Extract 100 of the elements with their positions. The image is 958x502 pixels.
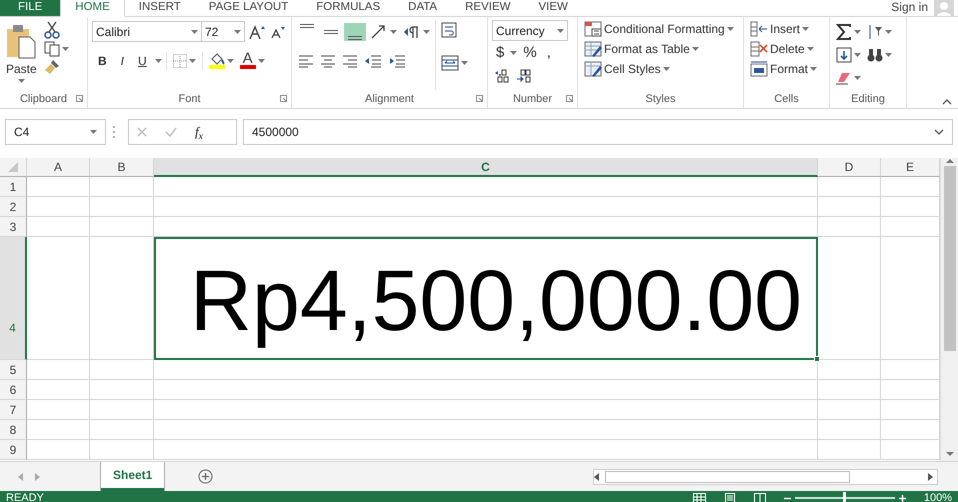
dropdown-caret-icon[interactable] <box>258 58 265 62</box>
row-header[interactable]: 1 <box>0 177 27 197</box>
dialog-launcher-icon[interactable] <box>566 95 573 102</box>
normal-view-icon[interactable] <box>692 492 706 502</box>
grid-cell[interactable] <box>27 380 90 400</box>
grid-cell[interactable] <box>154 197 818 217</box>
copy-button[interactable] <box>42 40 71 58</box>
grid-cell[interactable] <box>27 420 90 440</box>
dropdown-caret-icon[interactable] <box>885 30 892 34</box>
grid-cell[interactable] <box>154 420 818 440</box>
page-layout-view-icon[interactable] <box>724 492 736 502</box>
dropdown-caret-icon[interactable] <box>191 30 198 34</box>
dropdown-caret-icon[interactable] <box>461 61 468 65</box>
grid-cell[interactable] <box>27 360 90 380</box>
grid-cell[interactable] <box>154 400 818 420</box>
dropdown-caret-icon[interactable] <box>662 67 670 71</box>
grow-font-button[interactable] <box>247 24 267 40</box>
grid-cell[interactable] <box>818 197 881 217</box>
grid-cell[interactable] <box>154 177 818 197</box>
grid-cell[interactable] <box>27 197 90 217</box>
merge-center-button[interactable] <box>439 54 470 72</box>
sheet-tab[interactable]: Sheet1 <box>101 462 164 490</box>
dropdown-caret-icon[interactable] <box>854 76 861 80</box>
scroll-left-icon[interactable] <box>594 472 599 480</box>
fill-button[interactable] <box>834 46 863 64</box>
active-cell[interactable]: Rp4,500,000.00 <box>154 237 818 360</box>
bottom-align-button[interactable] <box>344 22 366 40</box>
cell-styles-button[interactable]: Cell Styles <box>582 60 736 78</box>
column-header[interactable]: D <box>818 158 881 177</box>
italic-button[interactable]: I <box>114 52 130 70</box>
dropdown-caret-icon[interactable] <box>692 47 699 51</box>
dropdown-caret-icon[interactable] <box>62 47 69 51</box>
name-box[interactable]: C4 <box>5 119 106 145</box>
ribbon-tab[interactable]: REVIEW <box>451 0 524 16</box>
sign-in-link[interactable]: Sign in <box>891 0 928 16</box>
comma-style-button[interactable]: , <box>542 44 555 60</box>
more-options-icon[interactable] <box>112 125 116 139</box>
dropdown-caret-icon[interactable] <box>423 30 430 34</box>
dropdown-caret-icon[interactable] <box>802 27 810 31</box>
grid-cell[interactable] <box>818 237 881 360</box>
font-size-dropdown[interactable]: 72 <box>201 21 245 42</box>
grid-cell[interactable] <box>818 217 881 237</box>
row-header[interactable]: 3 <box>0 217 27 237</box>
ribbon-tab[interactable]: INSERT <box>124 0 195 16</box>
row-header[interactable]: 5 <box>0 360 27 380</box>
grid-cell[interactable] <box>154 440 818 460</box>
zoom-slider-thumb[interactable] <box>843 492 846 502</box>
dropdown-caret-icon[interactable] <box>18 79 25 83</box>
percent-button[interactable]: % <box>519 44 541 60</box>
column-header[interactable]: E <box>881 158 940 177</box>
center-button[interactable] <box>318 52 338 68</box>
grid-cell[interactable] <box>27 237 90 360</box>
scroll-up-icon[interactable] <box>946 158 954 163</box>
delete-cells-button[interactable]: Delete <box>748 40 820 58</box>
column-header[interactable]: A <box>27 158 90 177</box>
align-left-button[interactable] <box>296 52 316 68</box>
add-sheet-icon[interactable] <box>198 469 214 484</box>
borders-button[interactable] <box>170 52 198 68</box>
scrollbar-thumb[interactable] <box>605 470 850 482</box>
autosum-button[interactable] <box>834 22 863 40</box>
dropdown-caret-icon[interactable] <box>557 28 564 32</box>
collapse-ribbon-icon[interactable] <box>942 99 952 105</box>
row-header[interactable]: 8 <box>0 420 27 440</box>
row-header[interactable]: 9 <box>0 440 27 460</box>
column-header[interactable]: B <box>90 158 154 177</box>
grid-cell[interactable] <box>154 360 818 380</box>
dropdown-caret-icon[interactable] <box>188 58 196 62</box>
dialog-launcher-icon[interactable] <box>476 95 483 102</box>
zoom-level[interactable]: 100% <box>924 490 952 502</box>
grid-cell[interactable] <box>90 420 154 440</box>
grid-cell[interactable] <box>154 217 818 237</box>
currency-button[interactable]: $ <box>492 44 508 60</box>
scroll-down-icon[interactable] <box>946 452 954 457</box>
grid-cell[interactable] <box>818 400 881 420</box>
dropdown-caret-icon[interactable] <box>885 52 892 56</box>
insert-function-button[interactable]: f$_{x}$ <box>195 122 203 142</box>
page-break-view-icon[interactable] <box>754 492 766 502</box>
grid-cell[interactable] <box>818 380 881 400</box>
grid-cell[interactable] <box>154 380 818 400</box>
grid-cell[interactable] <box>818 420 881 440</box>
formula-input[interactable]: 4500000 <box>243 119 953 145</box>
dropdown-caret-icon[interactable] <box>854 30 861 34</box>
scroll-right-icon[interactable] <box>928 472 933 480</box>
ribbon-tab[interactable]: FORMULAS <box>302 0 394 16</box>
ribbon-tab[interactable]: HOME <box>60 0 125 17</box>
grid-cell[interactable] <box>90 237 154 360</box>
font-color-button[interactable]: A <box>238 51 267 70</box>
dropdown-caret-icon[interactable] <box>90 130 97 134</box>
dropdown-caret-icon[interactable] <box>810 67 818 71</box>
dropdown-caret-icon[interactable] <box>226 58 234 62</box>
dropdown-caret-icon[interactable] <box>154 58 162 62</box>
column-header[interactable]: C <box>154 158 818 177</box>
grid-cell[interactable] <box>90 217 154 237</box>
conditional-formatting-button[interactable]: Conditional Formatting <box>582 20 736 38</box>
shrink-font-button[interactable] <box>269 24 287 38</box>
grid-cell[interactable] <box>90 177 154 197</box>
grid-cell[interactable] <box>90 197 154 217</box>
ribbon-tab[interactable]: VIEW <box>524 0 582 16</box>
grid-cell[interactable] <box>90 360 154 380</box>
dialog-launcher-icon[interactable] <box>76 95 83 102</box>
